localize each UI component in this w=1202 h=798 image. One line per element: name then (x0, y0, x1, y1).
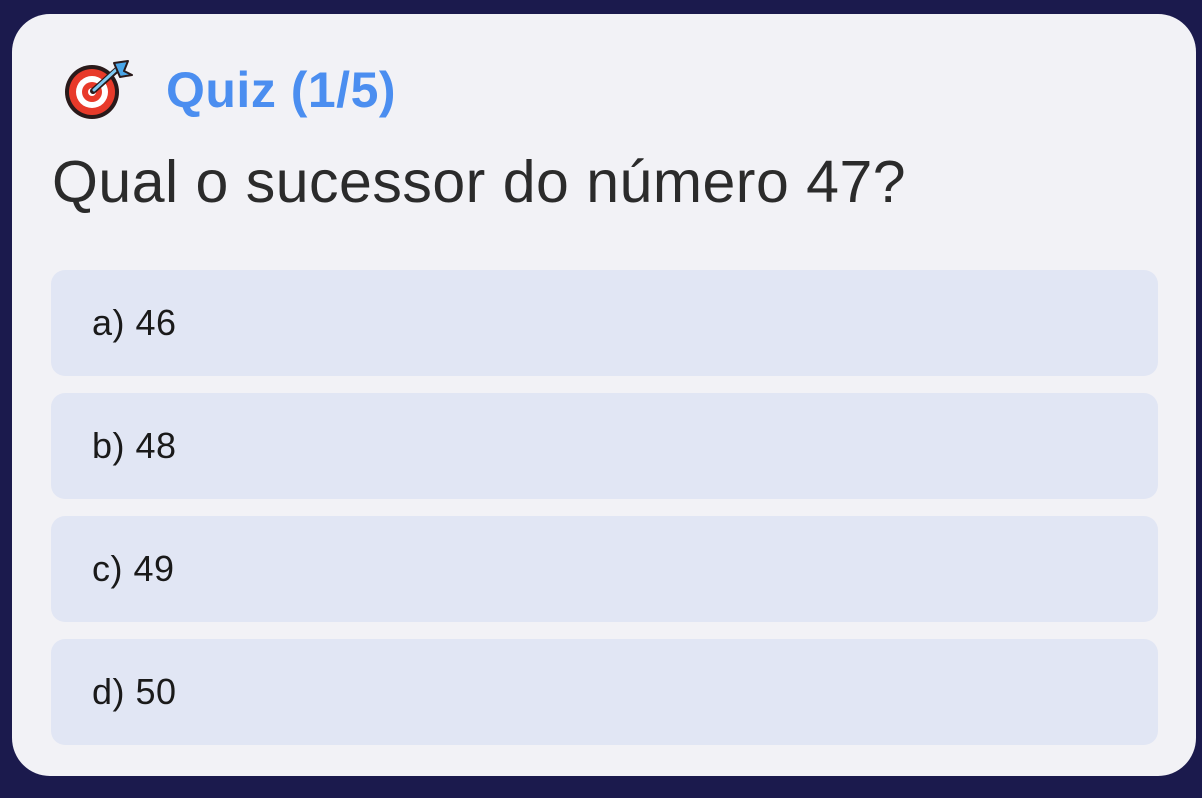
answer-options: a) 46 b) 48 c) 49 d) 50 (51, 270, 1158, 762)
question-text: Qual o sucessor do número 47? (52, 149, 907, 215)
quiz-header: Quiz (1/5) (58, 60, 396, 120)
option-label: c) 49 (92, 548, 175, 589)
option-label: a) 46 (92, 302, 177, 343)
option-label: d) 50 (92, 671, 177, 712)
quiz-card: Quiz (1/5) Qual o sucessor do número 47?… (12, 14, 1196, 776)
quiz-title: Quiz (1/5) (166, 62, 397, 118)
option-label: b) 48 (92, 425, 177, 466)
option-c-button[interactable]: c) 49 (51, 516, 1158, 622)
option-b-button[interactable]: b) 48 (51, 393, 1158, 499)
option-d-button[interactable]: d) 50 (51, 639, 1158, 745)
target-dart-icon (58, 59, 136, 121)
option-a-button[interactable]: a) 46 (51, 270, 1158, 376)
